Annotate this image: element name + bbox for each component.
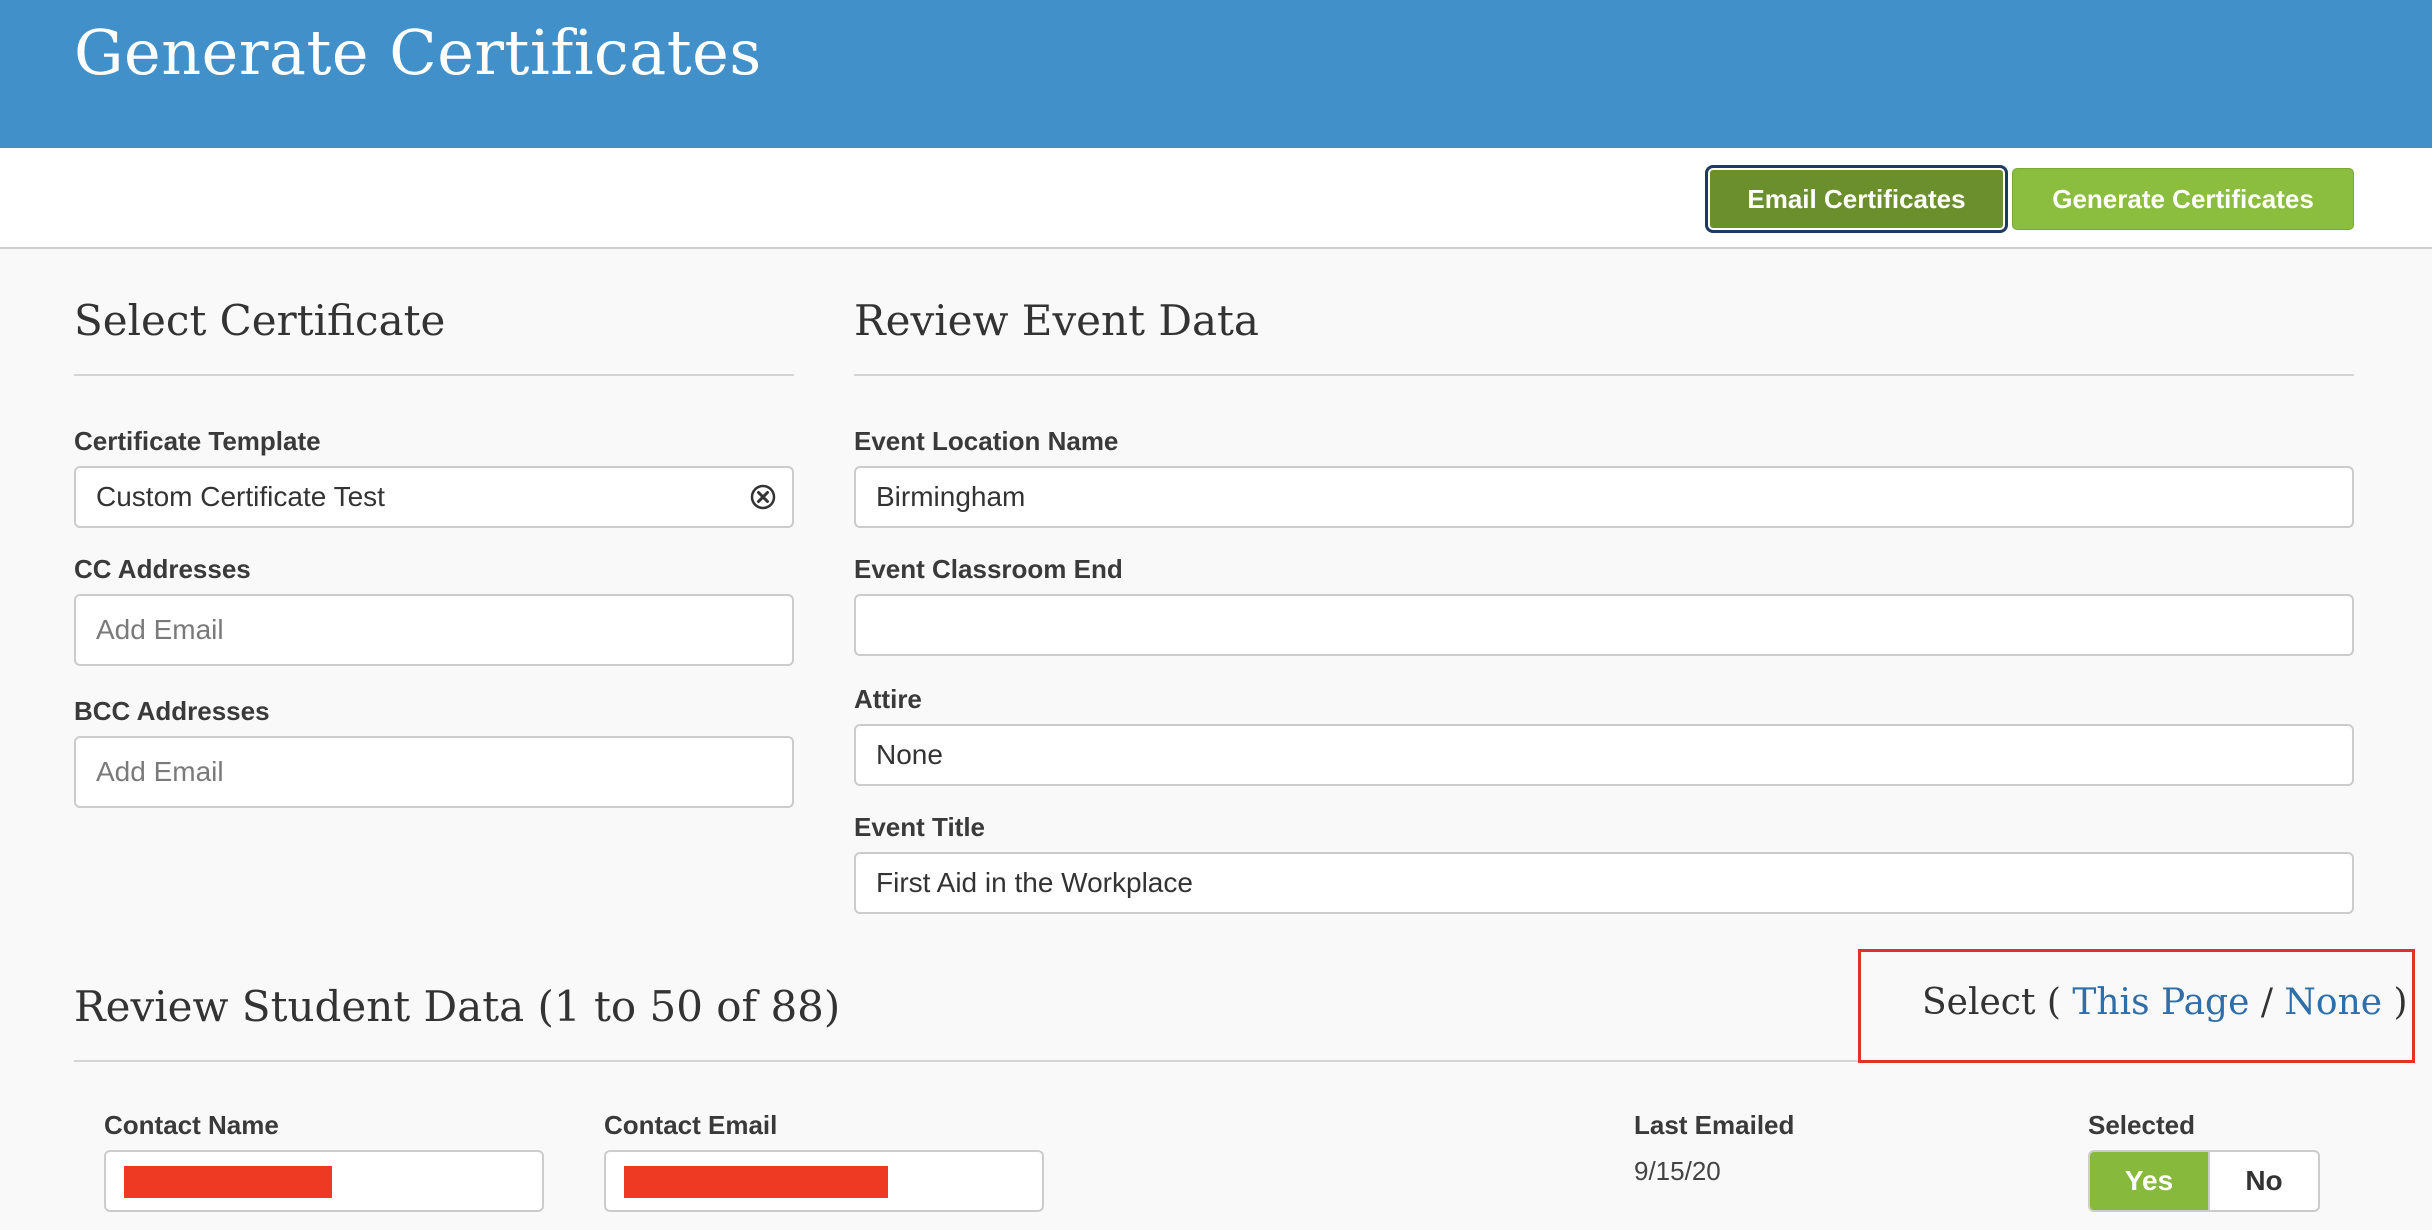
event-location-name-value: Birmingham — [876, 481, 1026, 512]
select-this-page-link[interactable]: This Page — [2072, 982, 2249, 1023]
contact-email-field[interactable] — [604, 1150, 1044, 1212]
attire-field[interactable]: None — [854, 724, 2354, 786]
contact-name-field[interactable] — [104, 1150, 544, 1212]
selected-toggle: Yes No — [2088, 1150, 2320, 1212]
attire-label: Attire — [854, 684, 922, 714]
review-student-data-heading: Review Student Data (1 to 50 of 88) — [74, 982, 841, 1031]
select-certificate-divider — [74, 374, 794, 376]
review-event-data-heading: Review Event Data — [854, 296, 1259, 345]
attire-value: None — [876, 739, 943, 770]
contact-email-column-header: Contact Email — [604, 1110, 778, 1140]
select-suffix: ) — [2382, 982, 2408, 1023]
certificate-template-label: Certificate Template — [74, 426, 321, 456]
event-location-name-field[interactable]: Birmingham — [854, 466, 2354, 528]
bcc-addresses-placeholder: Add Email — [96, 756, 224, 787]
redaction-bar — [124, 1166, 332, 1198]
event-classroom-end-field[interactable] — [854, 594, 2354, 656]
page-header: Generate Certificates — [0, 0, 2432, 148]
certificate-template-value: Custom Certificate Test — [96, 481, 385, 512]
select-prefix: Select ( — [1922, 982, 2073, 1023]
event-title-value: First Aid in the Workplace — [876, 867, 1193, 898]
selected-yes-button[interactable]: Yes — [2090, 1152, 2208, 1210]
select-certificate-heading: Select Certificate — [74, 296, 446, 345]
bcc-addresses-input[interactable]: Add Email — [74, 736, 794, 808]
email-certificates-button[interactable]: Email Certificates — [1708, 168, 2005, 230]
cc-addresses-label: CC Addresses — [74, 554, 251, 584]
last-emailed-column-header: Last Emailed — [1634, 1110, 1795, 1140]
review-event-data-divider — [854, 374, 2354, 376]
cc-addresses-input[interactable]: Add Email — [74, 594, 794, 666]
certificate-template-select[interactable]: Custom Certificate Test — [74, 466, 794, 528]
contact-name-column-header: Contact Name — [104, 1110, 279, 1140]
select-links: Select ( This Page / None ) — [1922, 982, 2408, 1023]
event-location-name-label: Event Location Name — [854, 426, 1119, 456]
clear-icon[interactable] — [750, 484, 776, 510]
last-emailed-value: 9/15/20 — [1634, 1156, 1721, 1186]
selected-no-button[interactable]: No — [2208, 1152, 2318, 1210]
event-title-label: Event Title — [854, 812, 986, 842]
cc-addresses-placeholder: Add Email — [96, 614, 224, 645]
action-toolbar: Email Certificates Generate Certificates — [0, 148, 2432, 249]
page-title: Generate Certificates — [74, 16, 762, 89]
event-title-field[interactable]: First Aid in the Workplace — [854, 852, 2354, 914]
bcc-addresses-label: BCC Addresses — [74, 696, 270, 726]
event-classroom-end-label: Event Classroom End — [854, 554, 1123, 584]
redaction-bar — [624, 1166, 888, 1198]
selected-column-header: Selected — [2088, 1110, 2195, 1140]
generate-certificates-button[interactable]: Generate Certificates — [2012, 168, 2354, 230]
select-separator: / — [2249, 982, 2285, 1023]
select-none-link[interactable]: None — [2284, 982, 2382, 1023]
